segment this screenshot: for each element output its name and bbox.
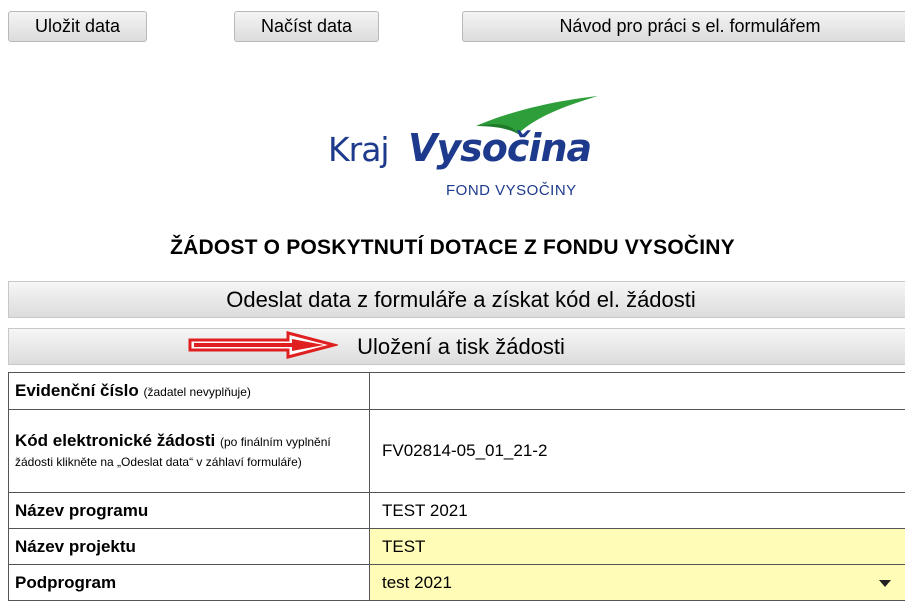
kraj-vysocina-logo: Kraj Vysočina FOND VYSOČINY — [318, 90, 608, 210]
field-label-text: Evidenční číslo — [15, 381, 139, 400]
field-label: Název projektu — [8, 528, 370, 565]
table-row: Podprogram test 2021 — [8, 564, 905, 601]
table-row: Název projektu TEST — [8, 528, 905, 565]
field-label: Kód elektronické žádosti (po finálním vy… — [8, 409, 370, 493]
logo-kraj-text: Kraj — [328, 130, 390, 169]
subprogram-selected-value: test 2021 — [382, 572, 452, 592]
table-row: Kód elektronické žádosti (po finálním vy… — [8, 409, 905, 493]
table-row: Evidenční číslo (žadatel nevyplňuje) — [8, 372, 905, 410]
chevron-down-icon[interactable] — [879, 579, 891, 588]
application-form-table: Evidenční číslo (žadatel nevyplňuje) Kód… — [8, 372, 905, 601]
send-form-data-button[interactable]: Odeslat data z formuláře a získat kód el… — [8, 281, 905, 318]
table-row: Název programu TEST 2021 — [8, 492, 905, 529]
project-name-input[interactable]: TEST — [369, 528, 905, 565]
logo-vysocina-text: Vysočina — [408, 126, 592, 170]
page-title: ŽÁDOST O POSKYTNUTÍ DOTACE Z FONDU VYSOČ… — [170, 236, 735, 259]
field-label: Podprogram — [8, 564, 370, 601]
subprogram-select[interactable]: test 2021 — [369, 564, 905, 601]
electronic-code-field[interactable]: FV02814-05_01_21-2 — [369, 409, 905, 493]
field-hint: (žadatel nevyplňuje) — [143, 385, 251, 399]
field-label: Název programu — [8, 492, 370, 529]
field-label: Evidenční číslo (žadatel nevyplňuje) — [8, 372, 370, 410]
red-arrow-icon — [188, 331, 338, 359]
form-guide-button[interactable]: Návod pro práci s el. formulářem — [462, 11, 905, 42]
field-label-text: Název projektu — [15, 536, 136, 556]
load-data-button[interactable]: Načíst data — [234, 11, 379, 42]
program-name-field[interactable]: TEST 2021 — [369, 492, 905, 529]
registration-number-field[interactable] — [369, 372, 905, 410]
field-label-text: Název programu — [15, 500, 149, 520]
field-label-text: Podprogram — [15, 572, 117, 592]
field-label-text: Kód elektronické žádosti — [15, 431, 216, 450]
save-print-button[interactable]: Uložení a tisk žádosti — [8, 328, 905, 365]
save-data-button[interactable]: Uložit data — [8, 11, 147, 42]
logo-fond-text: FOND VYSOČINY — [446, 182, 577, 199]
